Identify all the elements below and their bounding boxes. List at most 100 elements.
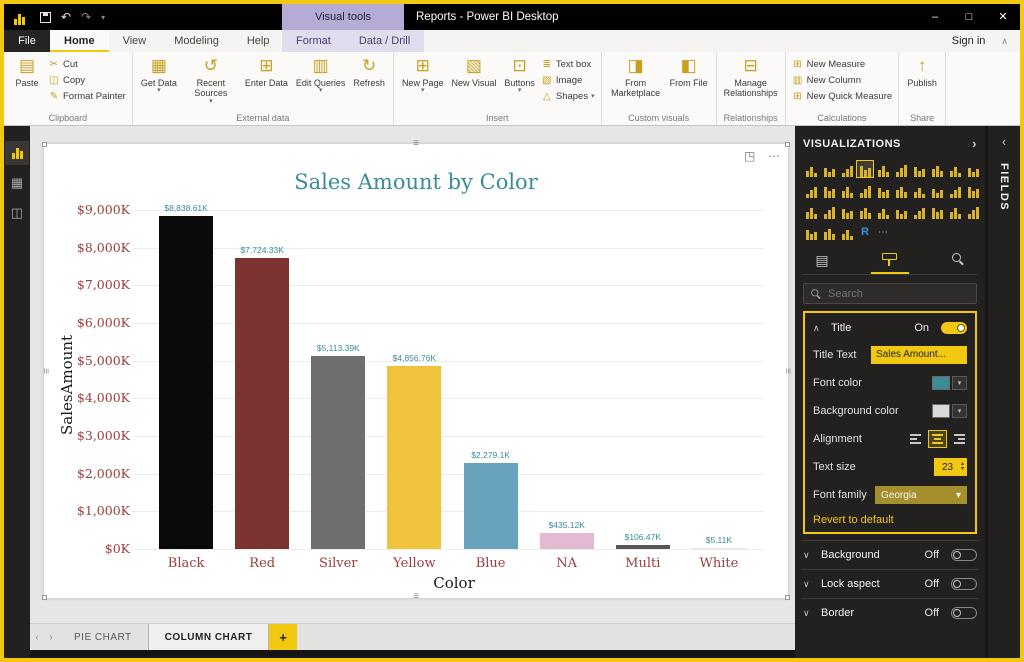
expand-fields-pane-icon[interactable]: ‹ (1002, 134, 1006, 149)
save-icon[interactable] (40, 11, 51, 23)
page-tab-pie-chart[interactable]: PIE CHART (58, 624, 148, 650)
resize-handle-top-right[interactable] (785, 142, 790, 147)
clustered-column-chart-icon[interactable] (856, 160, 874, 178)
slicer-icon[interactable] (893, 203, 909, 219)
filled-map-icon[interactable] (947, 182, 963, 198)
add-page-button[interactable]: + (269, 624, 298, 650)
treemap-icon[interactable] (911, 182, 927, 198)
report-view-button[interactable] (5, 141, 29, 165)
page-forward-icon[interactable]: › (44, 624, 58, 650)
resize-handle-top-left[interactable] (42, 142, 47, 147)
undo-icon[interactable]: ↶ (61, 10, 71, 24)
clustered-bar-chart-icon[interactable] (839, 161, 855, 177)
ribbon-button-new-page[interactable]: ⊞ New Page ▾ (400, 55, 446, 95)
tab-help[interactable]: Help (233, 30, 284, 52)
kpi-icon[interactable] (875, 203, 891, 219)
line-chart-icon[interactable] (911, 161, 927, 177)
table-icon[interactable] (911, 203, 927, 219)
stacked-area-chart-icon[interactable] (947, 161, 963, 177)
tab-home[interactable]: Home (50, 30, 109, 52)
ribbon-button-image[interactable]: ▨ Image (541, 74, 595, 87)
key-influencers-icon[interactable] (839, 224, 855, 240)
sign-in-link[interactable]: Sign in (952, 30, 986, 52)
waterfall-chart-icon[interactable] (839, 182, 855, 198)
hundred-stacked-column-chart-icon[interactable] (893, 161, 909, 177)
paginated-report-icon[interactable] (947, 203, 963, 219)
ribbon-button-format-painter[interactable]: ✎ Format Painter (48, 90, 126, 103)
chart-bar-silver[interactable] (311, 356, 366, 549)
ribbon-button-recent-sources[interactable]: ↺ Recent Sources ▾ (183, 55, 239, 106)
hundred-stacked-bar-chart-icon[interactable] (875, 161, 891, 177)
ribbon-chart-icon[interactable] (821, 182, 837, 198)
data-view-button[interactable]: ▦ (5, 171, 29, 195)
align-left-button[interactable] (908, 431, 925, 447)
revert-to-default-link[interactable]: Revert to default (813, 514, 967, 526)
more-options-icon[interactable]: ⋯ (875, 224, 891, 240)
chart-bar-red[interactable] (235, 258, 290, 549)
ribbon-button-paste[interactable]: ▤ Paste (10, 55, 44, 89)
collapse-ribbon-icon[interactable]: ∧ (1001, 30, 1008, 52)
stacked-column-chart-icon[interactable] (821, 161, 837, 177)
border-toggle[interactable] (951, 607, 977, 619)
chart-bar-white[interactable] (691, 548, 746, 549)
tab-format[interactable]: Format (282, 30, 345, 52)
expand-card-icon[interactable]: ∨ (803, 550, 815, 561)
fields-pane-title[interactable]: FIELDS (998, 163, 1010, 211)
minimize-button[interactable]: – (918, 4, 952, 30)
expand-card-icon[interactable]: ∨ (803, 579, 815, 590)
text-size-down-icon[interactable]: ▾ (961, 466, 964, 472)
tab-file[interactable]: File (4, 30, 50, 52)
funnel-icon[interactable] (803, 203, 819, 219)
align-center-button[interactable] (928, 430, 947, 448)
card-icon[interactable] (839, 203, 855, 219)
fields-pane-tab[interactable]: ▤ (803, 250, 841, 274)
chart-bar-blue[interactable] (463, 463, 518, 549)
chart-bar-na[interactable] (539, 532, 594, 549)
model-view-button[interactable]: ◫ (5, 201, 29, 225)
chart-bar-yellow[interactable] (387, 366, 442, 549)
ribbon-button-refresh[interactable]: ↻ Refresh (351, 55, 387, 89)
ribbon-button-from-marketplace[interactable]: ◨ From Marketplace (608, 55, 664, 100)
r-script-visual-icon[interactable]: R (857, 224, 873, 240)
ribbon-button-new-column[interactable]: ▥ New Column (792, 74, 893, 87)
title-text-input[interactable]: Sales Amount... (871, 346, 967, 364)
donut-chart-icon[interactable] (893, 182, 909, 198)
redo-icon[interactable]: ↷ (81, 10, 91, 24)
ribbon-button-text-box[interactable]: ≣ Text box (541, 58, 595, 71)
quick-access-dropdown-icon[interactable]: ▾ (101, 13, 105, 22)
resize-handle-bottom-right[interactable] (785, 595, 790, 600)
search-input[interactable] (828, 287, 958, 300)
pie-chart-icon[interactable] (875, 182, 891, 198)
expand-card-icon[interactable]: ∨ (803, 608, 815, 619)
tab-view[interactable]: View (109, 30, 161, 52)
multi-row-card-icon[interactable] (857, 203, 873, 219)
ribbon-button-manage-relationships[interactable]: ⊟ Manage Relationships (723, 55, 779, 100)
stacked-bar-chart-icon[interactable] (803, 161, 819, 177)
ribbon-button-new-quick-measure[interactable]: ⊞ New Quick Measure (792, 90, 892, 103)
tab-data-drill[interactable]: Data / Drill (345, 30, 424, 52)
tab-modeling[interactable]: Modeling (160, 30, 233, 52)
shape-map-icon[interactable] (965, 182, 981, 198)
background-toggle[interactable] (951, 549, 977, 561)
more-options-icon[interactable]: ⋯ (768, 149, 780, 163)
lock-aspect-toggle[interactable] (951, 578, 977, 590)
maximize-button[interactable]: □ (952, 4, 986, 30)
ribbon-button-enter-data[interactable]: ⊞ Enter Data (243, 55, 290, 89)
text-size-input[interactable]: 23 ▴ ▾ (933, 458, 967, 476)
font-family-dropdown[interactable]: Georgia ▾ (875, 486, 967, 504)
map-icon[interactable] (929, 182, 945, 198)
title-toggle[interactable] (941, 322, 967, 334)
collapse-card-icon[interactable]: ∧ (813, 323, 825, 334)
gauge-icon[interactable] (821, 203, 837, 219)
resize-handle-left[interactable]: ≡ (40, 368, 51, 374)
page-back-icon[interactable]: ‹ (30, 624, 44, 650)
ribbon-button-edit-queries[interactable]: ▥ Edit Queries ▾ (294, 55, 348, 95)
power-apps-icon[interactable] (821, 224, 837, 240)
arcgis-map-icon[interactable] (965, 203, 981, 219)
ribbon-button-cut[interactable]: ✂ Cut (48, 58, 126, 71)
font-color-dropdown-icon[interactable]: ▾ (952, 376, 967, 390)
resize-handle-top[interactable]: ≡ (413, 139, 419, 149)
python-visual-icon[interactable] (803, 224, 819, 240)
background-color-swatch[interactable] (932, 404, 950, 418)
background-color-dropdown-icon[interactable]: ▾ (952, 404, 967, 418)
